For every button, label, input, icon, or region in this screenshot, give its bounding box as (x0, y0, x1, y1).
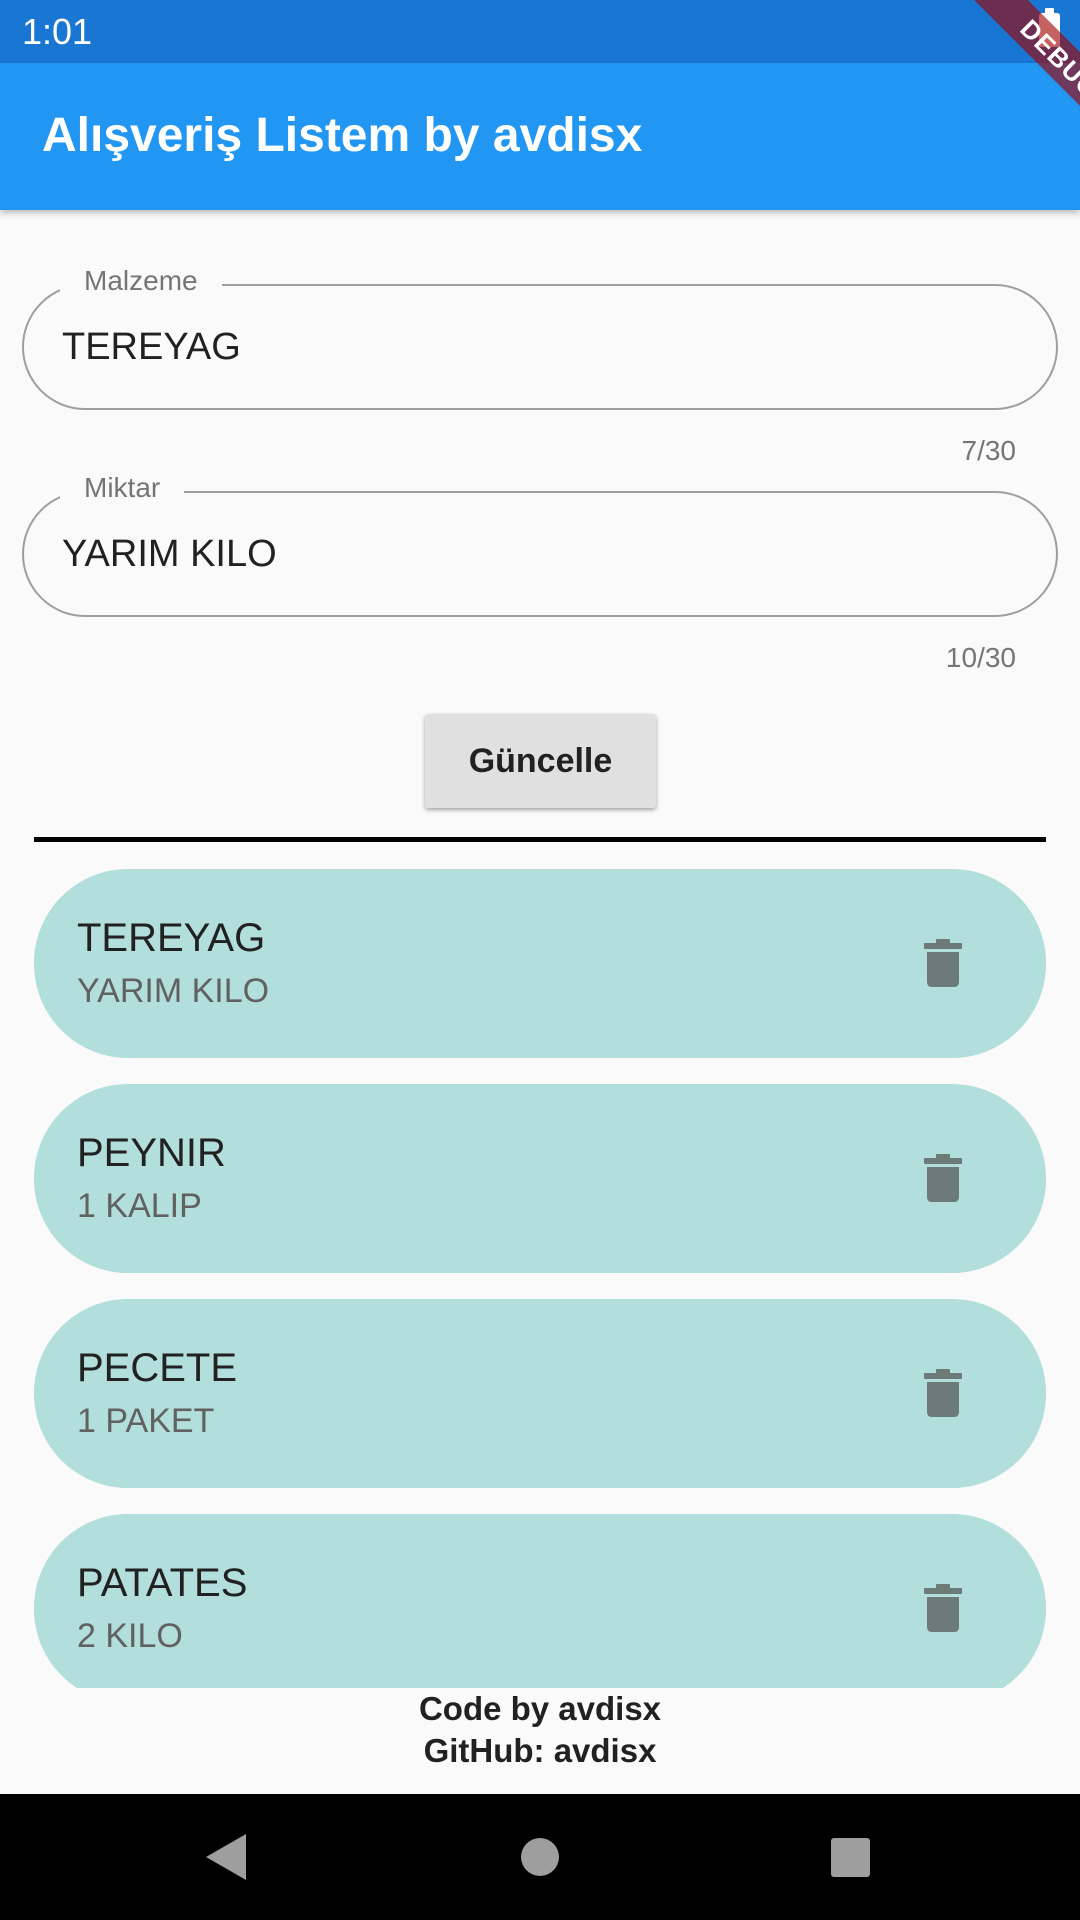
item-quantity: 1 PAKET (77, 1402, 215, 1440)
amount-field-label: Miktar (60, 471, 185, 505)
list-item[interactable]: PATATES 2 KILO (34, 1514, 1046, 1688)
item-quantity: YARIM KILO (77, 972, 270, 1010)
list-item[interactable]: TEREYAG YARIM KILO (34, 869, 1046, 1058)
shopping-list[interactable]: TEREYAG YARIM KILO PEYNIR 1 KALIP PECETE… (0, 852, 1080, 1688)
footer-line-github: GitHub: avdisx (423, 1732, 657, 1769)
system-nav-bar (0, 1794, 1080, 1920)
home-circle-icon[interactable] (521, 1838, 559, 1876)
app-title: Alışveriş Listem by avdisx (42, 109, 643, 162)
amount-field[interactable]: Miktar YARIM KILO (22, 471, 1058, 617)
footer-credits: Code by avdisx GitHub: avdisx (0, 1688, 1080, 1772)
update-button[interactable]: Güncelle (425, 714, 656, 808)
amount-char-counter: 10/30 (945, 642, 1016, 673)
recents-square-icon[interactable] (831, 1838, 870, 1877)
battery-full-icon (1039, 8, 1060, 47)
list-item[interactable]: PECETE 1 PAKET (34, 1299, 1046, 1488)
trash-icon[interactable] (924, 1584, 962, 1632)
amount-field-value[interactable]: YARIM KILO (62, 531, 277, 577)
item-name: PECETE (77, 1346, 238, 1390)
list-item[interactable]: PEYNIR 1 KALIP (34, 1084, 1046, 1273)
ingredient-field-label: Malzeme (60, 264, 222, 298)
trash-icon[interactable] (924, 939, 962, 987)
app-bar: Alışveriş Listem by avdisx (0, 63, 1080, 210)
item-name: TEREYAG (77, 916, 266, 960)
status-time: 1:01 (22, 11, 93, 52)
item-quantity: 2 KILO (77, 1617, 183, 1655)
ingredient-field-value[interactable]: TEREYAG (62, 324, 241, 370)
item-quantity: 1 KALIP (77, 1187, 202, 1225)
trash-icon[interactable] (924, 1369, 962, 1417)
footer-line-code-by: Code by avdisx (418, 1690, 662, 1727)
app-screen: 1:01 Alışveriş Listem by avdisx DEBUG Ma… (0, 0, 1080, 1920)
ingredient-field[interactable]: Malzeme TEREYAG (22, 264, 1058, 410)
item-name: PEYNIR (77, 1131, 226, 1175)
ingredient-char-counter: 7/30 (961, 435, 1017, 466)
item-name: PATATES (77, 1561, 248, 1605)
status-bar: 1:01 (0, 0, 1080, 63)
back-triangle-icon[interactable] (206, 1834, 246, 1880)
trash-icon[interactable] (924, 1154, 962, 1202)
divider (34, 837, 1046, 842)
